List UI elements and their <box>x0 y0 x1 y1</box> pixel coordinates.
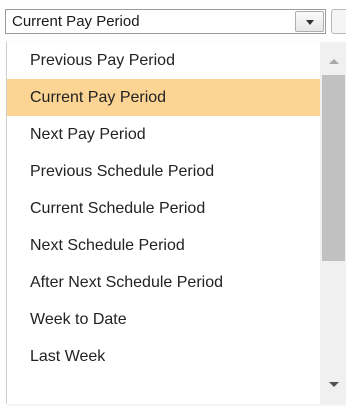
option-current-pay-period[interactable]: Current Pay Period <box>7 79 320 116</box>
option-previous-schedule-period[interactable]: Previous Schedule Period <box>7 153 320 190</box>
combobox-value: Current Pay Period <box>12 13 140 30</box>
period-selector: Current Pay Period Previous Pay Period C… <box>0 0 346 409</box>
option-previous-pay-period[interactable]: Previous Pay Period <box>7 42 320 79</box>
dropdown-options: Previous Pay Period Current Pay Period N… <box>7 42 320 375</box>
dropdown-list: Previous Pay Period Current Pay Period N… <box>6 42 346 404</box>
scroll-up-icon[interactable] <box>329 59 339 64</box>
scroll-down-icon[interactable] <box>329 382 339 387</box>
option-week-to-date[interactable]: Week to Date <box>7 301 320 338</box>
scroll-thumb[interactable] <box>322 75 345 261</box>
option-last-week[interactable]: Last Week <box>7 338 320 375</box>
vertical-scrollbar[interactable] <box>320 42 346 404</box>
option-next-schedule-period[interactable]: Next Schedule Period <box>7 227 320 264</box>
option-next-pay-period[interactable]: Next Pay Period <box>7 116 320 153</box>
chevron-down-icon <box>306 20 314 25</box>
dropdown-toggle-button[interactable] <box>295 11 324 32</box>
side-button[interactable] <box>331 9 346 34</box>
option-after-next-schedule-period[interactable]: After Next Schedule Period <box>7 264 320 301</box>
option-current-schedule-period[interactable]: Current Schedule Period <box>7 190 320 227</box>
period-combobox[interactable]: Current Pay Period <box>5 9 326 34</box>
